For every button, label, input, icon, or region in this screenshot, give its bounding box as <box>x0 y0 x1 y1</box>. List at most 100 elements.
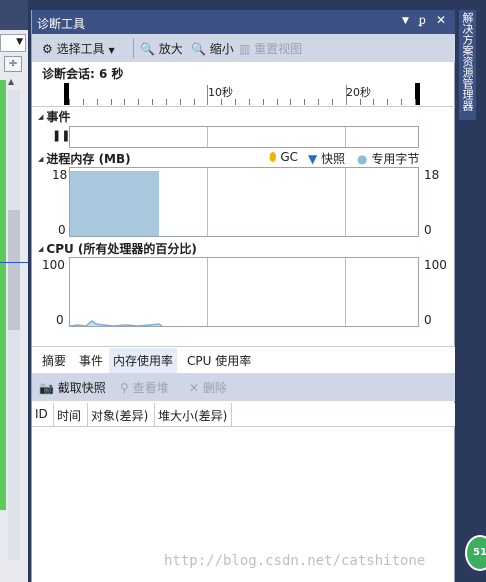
cpu-section-title[interactable]: CPU (所有处理器的百分比) <box>38 240 197 257</box>
delete-label: 删除 <box>202 381 227 395</box>
scroll-up-icon[interactable]: ▲ <box>8 77 14 86</box>
ruler-tick <box>331 99 333 105</box>
column-object-diff[interactable]: 对象(差异) <box>88 403 155 427</box>
ruler-tick <box>387 99 389 105</box>
grid-line <box>207 127 208 147</box>
ruler-tick <box>248 99 250 105</box>
cpu-line-chart <box>70 320 163 326</box>
close-icon[interactable]: ✕ <box>436 13 446 27</box>
camera-icon: 📷 <box>39 381 54 395</box>
select-tool-button[interactable]: ⚙ 选择工具 ▼ <box>42 40 115 57</box>
memory-y-max-left: 18 <box>52 168 68 182</box>
ruler-tick <box>110 99 112 105</box>
tab-memory-usage[interactable]: 内存使用率 <box>109 348 178 374</box>
panel-title-bar: 诊断工具 ▼ ᵱ ✕ <box>32 10 456 34</box>
legend-gc: ⬮ GC <box>269 150 298 165</box>
grid-line <box>207 258 208 326</box>
tab-summary[interactable]: 摘要 <box>38 352 70 369</box>
ruler-tick <box>69 99 70 105</box>
grid-line <box>345 258 346 326</box>
editor-dropdown[interactable]: ▼ <box>0 34 26 52</box>
memory-section-title[interactable]: 进程内存 (MB) <box>38 150 130 167</box>
chevron-down-icon[interactable]: ▼ <box>402 16 409 26</box>
timeline-ruler[interactable]: 10秒 20秒 <box>64 83 458 107</box>
ruler-label-10s: 10秒 <box>208 86 233 99</box>
details-tab-bar: 摘要 事件 内存使用率 CPU 使用率 <box>32 346 456 374</box>
panel-title: 诊断工具 <box>37 17 86 31</box>
ruler-label-20s: 20秒 <box>346 86 371 99</box>
ruler-tick <box>138 99 140 105</box>
memory-usage-fill <box>70 171 159 236</box>
cpu-y-min-left: 0 <box>56 313 64 327</box>
watermark-text: http://blog.csdn.net/catshitone <box>164 553 426 569</box>
main-toolbar: ⚙ 选择工具 ▼ 🔍 放大 🔍 缩小 ▥ 重置视图 <box>32 34 456 62</box>
column-id[interactable]: ID <box>32 403 54 427</box>
cpu-y-max-right: 100 <box>424 258 447 272</box>
gear-icon: ⚙ <box>42 42 53 56</box>
change-indicator-bar <box>0 80 6 510</box>
select-tool-label: 选择工具 <box>56 42 105 56</box>
zoom-in-label: 放大 <box>158 42 183 56</box>
ruler-tick <box>401 99 403 105</box>
ruler-tick <box>193 99 195 105</box>
memory-y-min-right: 0 <box>424 223 432 237</box>
zoom-out-icon: 🔍 <box>191 42 206 56</box>
events-track[interactable] <box>69 126 419 148</box>
tab-events[interactable]: 事件 <box>75 352 107 369</box>
zoom-out-label: 缩小 <box>209 42 234 56</box>
tab-cpu-usage[interactable]: CPU 使用率 <box>183 352 255 369</box>
toolbar-separator <box>133 38 134 58</box>
reset-view-label: 重置视图 <box>254 42 303 56</box>
ruler-tick <box>276 99 278 105</box>
take-snapshot-button[interactable]: 📷 截取快照 <box>39 379 106 396</box>
take-snapshot-label: 截取快照 <box>57 381 106 395</box>
ruler-tick <box>96 99 98 105</box>
ruler-tick <box>179 99 181 105</box>
legend-snapshot: ▼ 快照 <box>308 150 345 167</box>
split-view-button[interactable]: ÷ <box>4 56 22 72</box>
reset-view-icon: ▥ <box>239 42 251 56</box>
zoom-in-button[interactable]: 🔍 放大 <box>140 40 183 57</box>
editor-tab-area <box>0 0 28 30</box>
reset-view-button[interactable]: ▥ 重置视图 <box>239 40 302 57</box>
ruler-tick <box>165 99 167 105</box>
pause-icon[interactable]: ❚❚ <box>52 129 70 142</box>
scrollbar-thumb[interactable] <box>8 210 20 330</box>
column-time[interactable]: 时间 <box>54 403 88 427</box>
cpu-y-min-right: 0 <box>424 313 432 327</box>
cpu-chart[interactable] <box>69 257 419 327</box>
solution-explorer-label: 解决方案资源管理器 <box>461 12 474 111</box>
cpu-y-max-left: 100 <box>42 258 65 272</box>
memory-chart[interactable] <box>69 167 419 237</box>
events-section-title[interactable]: 事件 <box>38 108 70 125</box>
ruler-tick <box>124 99 126 105</box>
ruler-tick <box>318 99 320 105</box>
legend-snapshot-label: 快照 <box>321 152 346 166</box>
view-heap-label: 查看堆 <box>132 381 169 395</box>
chevron-down-icon: ▼ <box>16 37 23 47</box>
pin-icon[interactable]: ᵱ <box>419 13 426 27</box>
memory-toolbar: 📷 截取快照 ⚲ 查看堆 ✕ 删除 <box>32 373 456 401</box>
ruler-tick <box>235 99 237 105</box>
snapshot-triangle-icon: ▼ <box>308 152 318 166</box>
memory-y-min-left: 0 <box>58 223 66 237</box>
zoom-in-icon: 🔍 <box>140 42 155 56</box>
cpu-usage-line <box>70 320 163 326</box>
caret-line <box>0 262 28 263</box>
view-heap-button[interactable]: ⚲ 查看堆 <box>120 379 169 396</box>
gc-flag-icon: ⬮ <box>269 150 277 164</box>
ruler-tick <box>304 99 306 105</box>
editor-scrollbar[interactable] <box>8 90 20 560</box>
ruler-tick <box>262 99 264 105</box>
column-heap-size-diff[interactable]: 堆大小(差异) <box>155 403 232 427</box>
chevron-down-icon: ▼ <box>108 46 115 55</box>
grid-line <box>345 168 346 236</box>
ruler-tick <box>415 99 416 105</box>
delete-button[interactable]: ✕ 删除 <box>189 379 227 396</box>
session-duration: 诊断会话: 6 秒 <box>42 67 124 81</box>
ruler-tick <box>152 99 154 105</box>
zoom-out-button[interactable]: 🔍 缩小 <box>191 40 234 57</box>
private-bytes-dot-icon: ● <box>357 152 368 166</box>
grid-line <box>345 127 346 147</box>
legend-gc-label: GC <box>280 150 299 164</box>
